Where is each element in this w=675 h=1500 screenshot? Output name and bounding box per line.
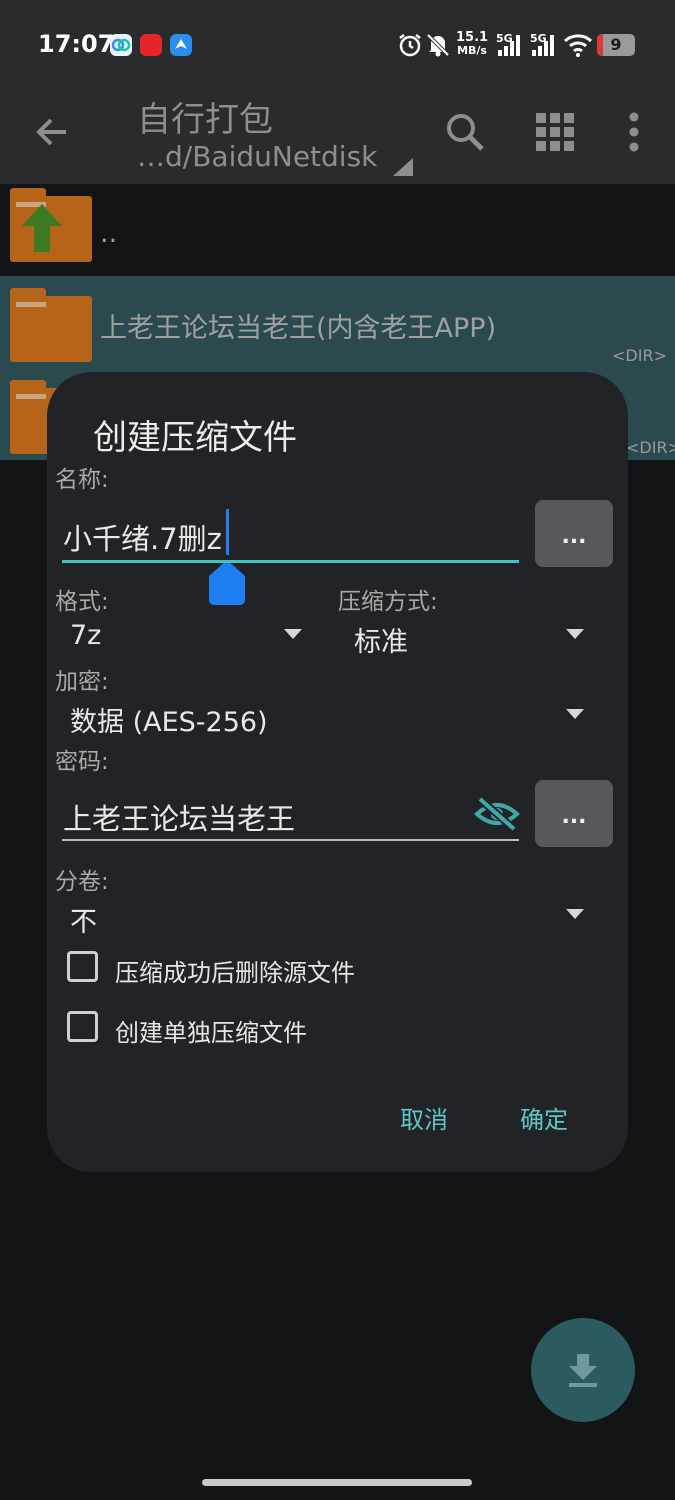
mute-icon <box>426 32 450 62</box>
format-select[interactable]: 7z <box>70 620 101 651</box>
folder-icon <box>10 288 92 362</box>
visibility-off-icon[interactable] <box>474 796 520 836</box>
baidu-netdisk-app-icon <box>110 34 132 56</box>
home-indicator[interactable] <box>202 1479 472 1486</box>
name-label: 名称: <box>55 467 109 493</box>
red-app-icon <box>140 34 162 56</box>
search-icon[interactable] <box>444 111 486 157</box>
net-speed-unit: MB/s <box>457 44 487 57</box>
more-vert-icon[interactable] <box>626 111 642 157</box>
toolbar-path[interactable]: …d/BaiduNetdisk <box>137 140 377 173</box>
create-archive-dialog <box>47 372 628 1172</box>
signal-icon: 5G <box>530 32 558 62</box>
name-input[interactable]: 小千绪.7删z <box>63 516 222 558</box>
list-item-name: 上老王论坛当老王(内含老王APP) <box>100 313 497 344</box>
download-icon <box>569 1354 597 1387</box>
format-label: 格式: <box>55 589 109 615</box>
chevron-down-icon[interactable] <box>566 709 584 719</box>
list-item-name: .. <box>100 218 118 249</box>
battery-level: 9 <box>610 35 622 54</box>
method-label: 压缩方式: <box>338 589 438 615</box>
dir-tag: <DIR> <box>626 438 675 457</box>
net-speed: 15.1 MB/s <box>456 31 488 57</box>
confirm-button[interactable]: 确定 <box>520 1100 568 1135</box>
encryption-select[interactable]: 数据 (AES-256) <box>70 700 268 739</box>
delete-source-label[interactable]: 压缩成功后删除源文件 <box>115 953 355 988</box>
password-input[interactable]: 上老王论坛当老王 <box>63 796 295 838</box>
signal1-label: 5G <box>496 32 513 45</box>
name-underline <box>62 560 519 563</box>
cursor-handle-icon[interactable] <box>207 558 247 610</box>
method-select[interactable]: 标准 <box>354 620 408 659</box>
text-cursor <box>226 509 229 555</box>
blue-app-icon <box>170 34 192 56</box>
back-arrow-icon[interactable] <box>34 114 70 154</box>
password-label: 密码: <box>55 749 109 775</box>
status-time: 17:07 <box>38 30 115 58</box>
alarm-icon <box>397 32 423 62</box>
name-more-button[interactable]: ... <box>535 500 613 567</box>
path-dropdown-icon[interactable] <box>393 158 413 176</box>
encryption-label: 加密: <box>55 669 109 695</box>
grid-icon[interactable] <box>534 111 576 157</box>
password-more-button[interactable]: ... <box>535 780 613 847</box>
toolbar-title: 自行打包 <box>137 100 273 140</box>
chevron-down-icon[interactable] <box>566 629 584 639</box>
password-underline <box>62 839 519 841</box>
net-speed-value: 15.1 <box>456 30 489 45</box>
parent-folder-icon <box>10 188 92 262</box>
chevron-down-icon[interactable] <box>284 629 302 639</box>
split-select[interactable]: 不 <box>70 900 97 939</box>
dialog-title: 创建压缩文件 <box>93 418 297 458</box>
delete-source-checkbox[interactable] <box>67 951 98 982</box>
cancel-button[interactable]: 取消 <box>400 1100 448 1135</box>
dir-tag: <DIR> <box>612 346 667 365</box>
separate-archive-label[interactable]: 创建单独压缩文件 <box>115 1013 307 1048</box>
signal2-label: 5G <box>530 32 547 45</box>
download-fab[interactable] <box>531 1318 635 1422</box>
separate-archive-checkbox[interactable] <box>67 1011 98 1042</box>
signal-icon: 5G <box>496 32 524 62</box>
chevron-down-icon[interactable] <box>566 909 584 919</box>
split-label: 分卷: <box>55 869 109 895</box>
wifi-icon <box>563 32 593 62</box>
battery-icon: 9 <box>597 34 635 56</box>
